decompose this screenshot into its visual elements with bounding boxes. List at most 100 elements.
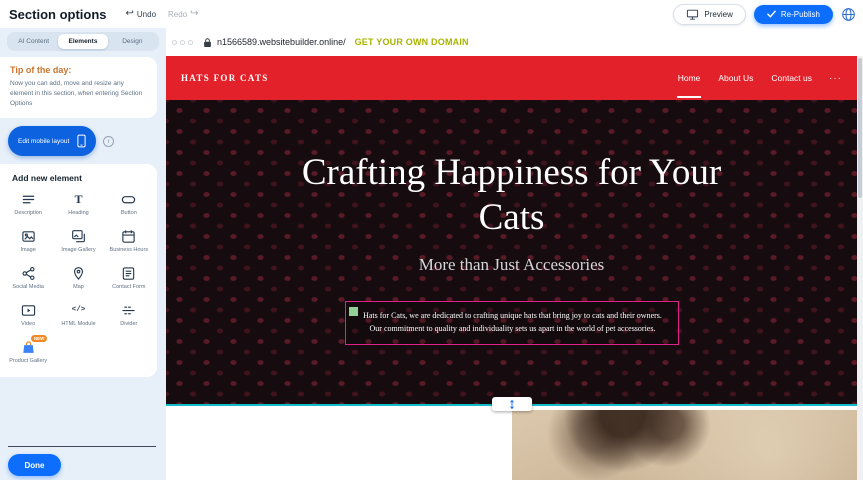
element-item-label: Social Media <box>12 284 44 291</box>
hero-paragraph: Hats for Cats, we are dedicated to craft… <box>363 311 662 333</box>
element-item-divider[interactable]: Divider <box>104 303 154 328</box>
element-item-label: Product Gallery <box>9 358 47 365</box>
new-badge: NEW <box>31 335 48 342</box>
add-new-element-panel: Add new element Description T Heading Bu… <box>0 164 157 376</box>
element-item-label: HTML Module <box>61 321 95 328</box>
preview-button[interactable]: Preview <box>673 4 745 25</box>
section-resize-handle[interactable] <box>492 397 532 411</box>
heading-icon: T <box>74 192 82 207</box>
site-logo[interactable]: HATS FOR CATS <box>181 73 269 83</box>
redo-label: Redo <box>168 10 187 19</box>
element-item-button[interactable]: Button <box>104 192 154 217</box>
tab-elements[interactable]: Elements <box>58 34 107 49</box>
undo-label: Undo <box>137 10 156 19</box>
sidebar-tabs: AI Content Elements Design <box>7 32 159 51</box>
element-item-description[interactable]: Description <box>3 192 53 217</box>
window-dot <box>172 40 177 45</box>
product-gallery-icon <box>21 340 36 355</box>
hero-paragraph-box[interactable]: Hats for Cats, we are dedicated to craft… <box>345 301 679 345</box>
edit-mobile-layout-label: Edit mobile layout <box>18 138 69 145</box>
element-item-heading[interactable]: T Heading <box>53 192 103 217</box>
tab-design[interactable]: Design <box>108 34 157 49</box>
text-element-handle[interactable] <box>349 307 358 316</box>
nav-more-icon[interactable]: ··· <box>829 73 842 84</box>
element-item-label: Divider <box>120 321 137 328</box>
hero-subheading[interactable]: More than Just Accessories <box>166 255 857 275</box>
element-item-label: Button <box>121 210 137 217</box>
redo-button[interactable]: Redo ↪ <box>165 7 202 21</box>
mobile-layout-row: Edit mobile layout i <box>8 126 166 156</box>
check-icon <box>767 10 776 18</box>
element-item-label: Map <box>73 284 84 291</box>
social-media-icon <box>21 266 36 281</box>
undo-button[interactable]: ↩ Undo <box>123 7 160 21</box>
element-item-social-media[interactable]: Social Media <box>3 266 53 291</box>
hero-section[interactable]: Crafting Happiness for Your Cats More th… <box>166 100 857 404</box>
next-section[interactable] <box>166 406 857 480</box>
tip-body: Now you can add, move and resize any ele… <box>10 79 147 108</box>
info-icon[interactable]: i <box>103 136 114 147</box>
edit-mobile-layout-button[interactable]: Edit mobile layout <box>8 126 96 156</box>
window-dot <box>180 40 185 45</box>
element-item-label: Image Gallery <box>61 247 95 254</box>
tab-ai-content[interactable]: AI Content <box>9 34 58 49</box>
lock-icon <box>203 37 212 48</box>
monitor-icon <box>686 9 699 20</box>
top-toolbar: Section options ↩ Undo Redo ↪ Preview Re… <box>0 0 863 28</box>
nav-item-about-us[interactable]: About Us <box>717 58 754 98</box>
element-item-label: Image <box>21 247 36 254</box>
browser-bar: n1566589.websitebuilder.online/ GET YOUR… <box>166 28 863 56</box>
element-item-label: Business Hours <box>110 247 149 254</box>
element-item-image[interactable]: Image <box>3 229 53 254</box>
element-item-video[interactable]: Video <box>3 303 53 328</box>
sidebar-divider <box>8 446 156 447</box>
page-title: Section options <box>9 7 107 22</box>
editor-canvas: n1566589.websitebuilder.online/ GET YOUR… <box>166 28 863 480</box>
video-icon <box>21 303 36 318</box>
contact-form-icon <box>121 266 136 281</box>
undo-icon: ↩ <box>126 9 134 19</box>
nav-item-contact-us[interactable]: Contact us <box>770 58 813 98</box>
element-item-product-gallery[interactable]: NEW Product Gallery <box>3 340 53 365</box>
section-options-sidebar: AI Content Elements Design Tip of the da… <box>0 28 166 480</box>
history-controls: ↩ Undo Redo ↪ <box>123 7 202 21</box>
element-item-map[interactable]: Map <box>53 266 103 291</box>
add-new-element-title: Add new element <box>12 173 154 183</box>
description-icon <box>21 192 36 207</box>
tip-title: Tip of the day: <box>10 65 147 75</box>
element-item-label: Description <box>14 210 42 217</box>
done-button[interactable]: Done <box>8 454 61 476</box>
republish-button[interactable]: Re-Publish <box>754 5 833 24</box>
element-item-html-module[interactable]: </> HTML Module <box>53 303 103 328</box>
element-item-label: Contact Form <box>112 284 145 291</box>
site-header: HATS FOR CATS Home About Us Contact us ·… <box>166 56 857 100</box>
map-pin-icon <box>71 266 86 281</box>
button-icon <box>121 192 136 207</box>
window-dot <box>188 40 193 45</box>
element-item-contact-form[interactable]: Contact Form <box>104 266 154 291</box>
redo-icon: ↪ <box>190 9 198 19</box>
cat-photo-image[interactable] <box>512 410 857 480</box>
element-item-label: Heading <box>68 210 89 217</box>
hero-heading[interactable]: Crafting Happiness for Your Cats <box>272 150 752 240</box>
element-item-business-hours[interactable]: Business Hours <box>104 229 154 254</box>
resize-arrows-icon <box>508 399 516 410</box>
image-icon <box>21 229 36 244</box>
tip-of-the-day-card: Tip of the day: Now you can add, move an… <box>0 57 157 118</box>
window-controls <box>172 40 193 45</box>
get-domain-link[interactable]: GET YOUR OWN DOMAIN <box>355 37 469 47</box>
site-nav: Home About Us Contact us ··· <box>677 58 842 98</box>
nav-item-home[interactable]: Home <box>677 58 702 98</box>
hero-content: Crafting Happiness for Your Cats More th… <box>166 100 857 345</box>
scrollbar <box>857 56 863 480</box>
element-item-image-gallery[interactable]: Image Gallery <box>53 229 103 254</box>
html-module-icon: </> <box>72 303 86 318</box>
preview-label: Preview <box>704 10 732 19</box>
globe-language-icon[interactable] <box>841 7 856 22</box>
scrollbar-thumb[interactable] <box>858 58 862 198</box>
divider-icon <box>121 303 136 318</box>
topbar-actions: Preview Re-Publish <box>673 4 856 25</box>
site-url: n1566589.websitebuilder.online/ <box>217 37 346 47</box>
phone-icon <box>77 134 86 148</box>
business-hours-icon <box>121 229 136 244</box>
